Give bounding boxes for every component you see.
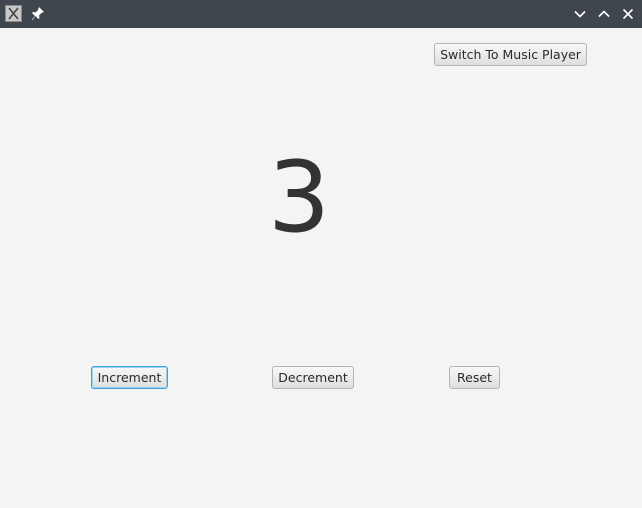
counter-value: 3 [267, 141, 331, 255]
increment-button[interactable]: Increment [91, 366, 168, 389]
window-titlebar[interactable] [0, 0, 642, 28]
pin-icon[interactable] [31, 6, 45, 22]
chevron-up-icon[interactable] [596, 6, 612, 22]
app-icon [5, 5, 22, 22]
reset-button[interactable]: Reset [449, 366, 500, 389]
switch-to-music-player-button[interactable]: Switch To Music Player [434, 43, 587, 66]
window-content: Switch To Music Player 3 Increment Decre… [0, 28, 642, 508]
decrement-button[interactable]: Decrement [272, 366, 354, 389]
x-window-icon [8, 7, 19, 20]
chevron-down-icon[interactable] [572, 6, 588, 22]
close-icon[interactable] [620, 6, 636, 22]
